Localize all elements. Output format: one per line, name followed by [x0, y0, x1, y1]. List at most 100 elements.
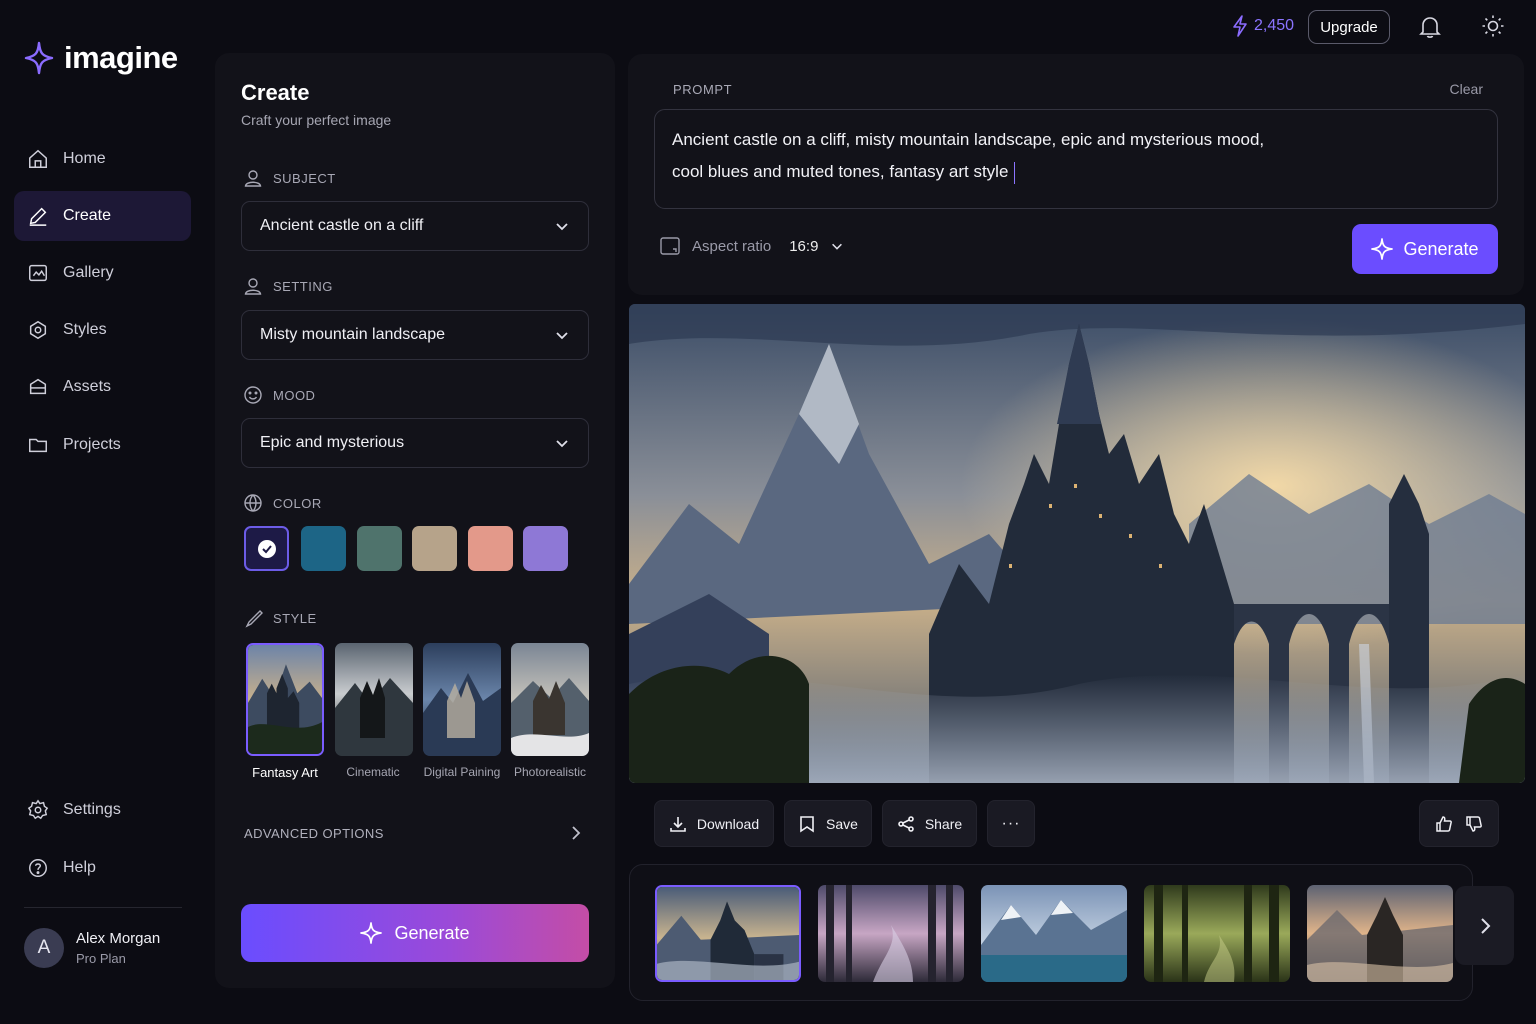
sparkle-icon — [1371, 238, 1394, 260]
subject-value: Ancient castle on a cliff — [260, 217, 424, 234]
check-circle-icon — [257, 539, 276, 558]
sidebar-item-label: Create — [63, 207, 112, 224]
advanced-options-toggle[interactable]: ADVANCED OPTIONS — [244, 826, 384, 841]
thumbnails-next-button[interactable] — [1455, 886, 1514, 965]
subject-select[interactable]: Ancient castle on a cliff — [241, 201, 589, 251]
sidebar-item-label: Settings — [63, 801, 121, 818]
chevron-down-icon — [832, 243, 843, 250]
color-swatch-3[interactable] — [357, 526, 402, 571]
thumbs-up-icon[interactable] — [1435, 815, 1453, 833]
thumbnail-forest-river-image — [818, 885, 964, 982]
share-button[interactable]: Share — [882, 800, 977, 847]
style-option-cinematic[interactable] — [335, 643, 413, 756]
sidebar-item-help[interactable]: Help — [14, 843, 191, 893]
thumbnail-green-forest-image — [1144, 885, 1290, 982]
prompt-textarea[interactable]: Ancient castle on a cliff, misty mountai… — [654, 109, 1498, 209]
photorealistic-thumbnail — [511, 643, 589, 756]
generate-label: Generate — [394, 922, 470, 943]
color-swatch-5[interactable] — [468, 526, 513, 571]
prompt-line-2: cool blues and muted tones, fantasy art … — [672, 156, 1480, 188]
sidebar-item-gallery[interactable]: Gallery — [14, 248, 191, 298]
sidebar-item-create[interactable]: Create — [14, 191, 191, 241]
help-icon — [29, 859, 47, 877]
upgrade-button[interactable]: Upgrade — [1308, 10, 1390, 44]
mood-select[interactable]: Epic and mysterious — [241, 418, 589, 468]
history-thumbnail-2[interactable] — [818, 885, 964, 982]
cinematic-thumbnail — [335, 643, 413, 756]
chevron-down-icon — [556, 440, 568, 448]
chevron-down-icon — [556, 223, 568, 231]
sidebar-item-label: Gallery — [63, 264, 114, 281]
user-icon — [244, 170, 262, 187]
bell-icon — [1419, 17, 1441, 38]
logo[interactable]: imagine — [24, 40, 178, 76]
sidebar-item-styles[interactable]: Styles — [14, 305, 191, 355]
sidebar-item-projects[interactable]: Projects — [14, 420, 191, 470]
download-button[interactable]: Download — [654, 800, 774, 847]
setting-section-label: SETTING — [243, 276, 333, 296]
digital-painting-thumbnail — [423, 643, 501, 756]
smiley-icon — [244, 386, 262, 404]
save-button[interactable]: Save — [784, 800, 872, 847]
notifications-button[interactable] — [1419, 15, 1441, 39]
sidebar-item-label: Styles — [63, 321, 107, 338]
download-icon — [670, 816, 686, 832]
color-swatch-2[interactable] — [301, 526, 346, 571]
user-profile[interactable]: A Alex Morgan Pro Plan — [24, 928, 160, 968]
sidebar-item-label: Help — [63, 859, 96, 876]
history-thumbnail-3[interactable] — [981, 885, 1127, 982]
style-option-photorealistic[interactable] — [511, 643, 589, 756]
prompt-label: PROMPT — [673, 82, 733, 97]
aspect-ratio-selector[interactable]: Aspect ratio 16:9 — [660, 237, 844, 255]
prompt-line-1: Ancient castle on a cliff, misty mountai… — [672, 130, 1265, 149]
prompt-card: PROMPT Clear Ancient castle on a cliff, … — [628, 54, 1524, 295]
bookmark-icon — [800, 815, 814, 832]
style-label-photorealistic: Photorealistic — [513, 765, 587, 779]
generate-button-secondary[interactable]: Generate — [1352, 224, 1498, 274]
history-thumbnail-1[interactable] — [655, 885, 801, 982]
setting-value: Misty mountain landscape — [260, 326, 445, 343]
history-thumbnail-5[interactable] — [1307, 885, 1453, 982]
palette-icon — [29, 320, 47, 340]
clear-button[interactable]: Clear — [1450, 81, 1483, 97]
sidebar-item-home[interactable]: Home — [14, 134, 191, 184]
history-thumbnail-4[interactable] — [1144, 885, 1290, 982]
thumbs-down-icon[interactable] — [1465, 815, 1483, 833]
color-swatch-4[interactable] — [412, 526, 457, 571]
aspect-ratio-value: 16:9 — [789, 237, 819, 255]
chevron-down-icon — [556, 332, 568, 340]
theme-toggle-button[interactable] — [1481, 14, 1505, 38]
folder-icon — [29, 438, 47, 453]
more-options-button[interactable]: ··· — [987, 800, 1035, 847]
color-swatch-1[interactable] — [244, 526, 289, 571]
generate-label: Generate — [1403, 238, 1479, 259]
color-wheel-icon — [244, 494, 262, 512]
sidebar-item-label: Home — [63, 150, 106, 167]
sidebar-item-label: Projects — [63, 436, 121, 453]
brush-icon — [245, 610, 263, 628]
sidebar-item-assets[interactable]: Assets — [14, 362, 191, 412]
aspect-ratio-icon — [660, 237, 680, 255]
sparkle-icon — [360, 922, 383, 944]
style-option-digital-painting[interactable] — [423, 643, 501, 756]
sparkle-logo-icon — [24, 41, 54, 75]
pen-icon — [29, 207, 47, 226]
mood-value: Epic and mysterious — [260, 434, 405, 451]
create-panel: Create Craft your perfect image SUBJECT … — [215, 53, 615, 988]
generated-image[interactable] — [629, 304, 1525, 783]
sidebar-item-settings[interactable]: Settings — [14, 785, 191, 835]
fantasy-art-thumbnail — [248, 645, 322, 754]
chevron-right-icon[interactable] — [568, 824, 584, 842]
generate-button-primary[interactable]: Generate — [241, 904, 589, 962]
sun-icon — [1482, 15, 1504, 37]
style-label-digital-painting: Digital Paining — [423, 765, 501, 779]
sidebar-divider — [24, 907, 182, 908]
box-icon — [29, 378, 47, 395]
thumbnail-sunset-castle-image — [1307, 885, 1453, 982]
color-swatch-6[interactable] — [523, 526, 568, 571]
credits-indicator: 2,450 — [1232, 15, 1294, 37]
more-icon: ··· — [1001, 814, 1021, 832]
style-option-fantasy-art[interactable] — [246, 643, 324, 756]
sidebar: imagine Home Create Gallery Styles Asset… — [0, 0, 206, 1024]
setting-select[interactable]: Misty mountain landscape — [241, 310, 589, 360]
